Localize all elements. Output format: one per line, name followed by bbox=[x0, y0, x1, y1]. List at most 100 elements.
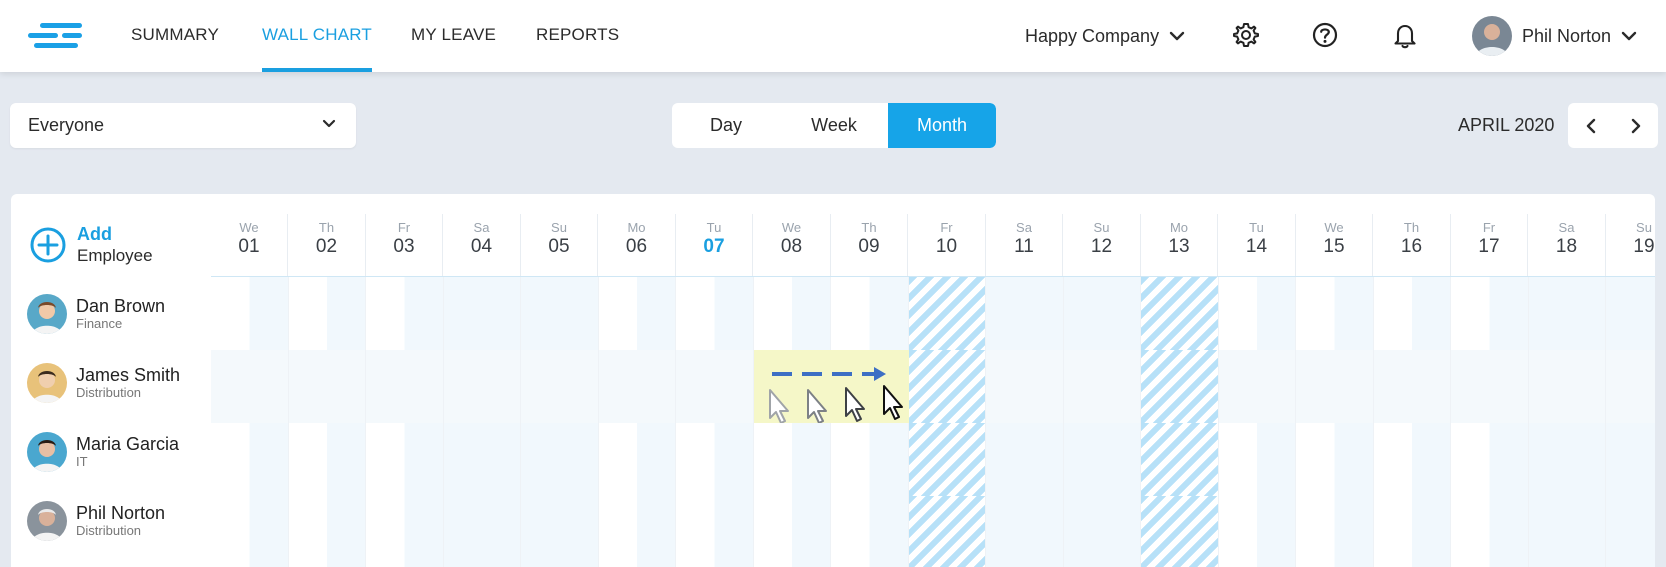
calendar-cell[interactable] bbox=[288, 350, 366, 423]
holiday-cell[interactable] bbox=[908, 496, 986, 567]
calendar-cell[interactable] bbox=[598, 423, 676, 496]
calendar-cell[interactable] bbox=[521, 496, 599, 567]
employee-row[interactable]: Maria Garcia IT bbox=[27, 432, 179, 472]
day-of-week: Sa bbox=[473, 220, 490, 235]
calendar-cell[interactable] bbox=[1451, 350, 1529, 423]
employee-row[interactable]: Phil Norton Distribution bbox=[27, 501, 165, 541]
calendar-cell[interactable] bbox=[1296, 277, 1374, 350]
calendar-cell[interactable] bbox=[443, 277, 521, 350]
calendar-cell[interactable] bbox=[288, 423, 366, 496]
calendar-cell[interactable] bbox=[986, 423, 1064, 496]
nav-my-leave[interactable]: MY LEAVE bbox=[411, 0, 496, 72]
holiday-cell[interactable] bbox=[1141, 496, 1219, 567]
settings-gear-icon[interactable] bbox=[1231, 20, 1261, 50]
calendar-cell[interactable] bbox=[1606, 350, 1655, 423]
calendar-cell[interactable] bbox=[1218, 350, 1296, 423]
calendar-cell[interactable] bbox=[831, 423, 909, 496]
holiday-cell[interactable] bbox=[1141, 350, 1219, 423]
view-day-button[interactable]: Day bbox=[672, 103, 780, 148]
calendar-cell[interactable] bbox=[598, 350, 676, 423]
holiday-cell[interactable] bbox=[1141, 423, 1219, 496]
calendar-cell[interactable] bbox=[831, 496, 909, 567]
holiday-cell[interactable] bbox=[908, 423, 986, 496]
employee-row[interactable]: James Smith Distribution bbox=[27, 363, 180, 403]
calendar-cell[interactable] bbox=[1373, 277, 1451, 350]
calendar-cell[interactable] bbox=[1218, 496, 1296, 567]
app-logo-icon[interactable] bbox=[28, 21, 86, 51]
calendar-cell[interactable] bbox=[521, 350, 599, 423]
day-header: Mo 06 bbox=[599, 214, 676, 276]
calendar-cell[interactable] bbox=[831, 277, 909, 350]
calendar-cell[interactable] bbox=[1451, 423, 1529, 496]
calendar-cell[interactable] bbox=[1296, 423, 1374, 496]
calendar-cell[interactable] bbox=[1451, 277, 1529, 350]
calendar-cell[interactable] bbox=[1063, 423, 1141, 496]
employee-row[interactable]: Dan Brown Finance bbox=[27, 294, 165, 334]
calendar-cell[interactable] bbox=[366, 423, 444, 496]
calendar-cell[interactable] bbox=[676, 423, 754, 496]
leave-drag-selection[interactable] bbox=[753, 350, 909, 423]
calendar-cell[interactable] bbox=[1218, 423, 1296, 496]
calendar-cell[interactable] bbox=[676, 277, 754, 350]
calendar-cell[interactable] bbox=[211, 350, 289, 423]
calendar-cell[interactable] bbox=[986, 277, 1064, 350]
notification-bell-icon[interactable] bbox=[1390, 20, 1420, 50]
calendar-cell[interactable] bbox=[598, 496, 676, 567]
holiday-cell[interactable] bbox=[908, 277, 986, 350]
nav-wall-chart[interactable]: WALL CHART bbox=[262, 0, 373, 72]
calendar-cell[interactable] bbox=[521, 277, 599, 350]
view-month-button[interactable]: Month bbox=[888, 103, 996, 148]
calendar-cell[interactable] bbox=[753, 496, 831, 567]
calendar-cell[interactable] bbox=[443, 496, 521, 567]
calendar-cell[interactable] bbox=[366, 496, 444, 567]
calendar-cell[interactable] bbox=[211, 277, 289, 350]
calendar-cell[interactable] bbox=[986, 350, 1064, 423]
company-selector[interactable]: Happy Company bbox=[1025, 0, 1185, 72]
previous-month-button[interactable] bbox=[1568, 103, 1613, 148]
day-header: Mo 13 bbox=[1141, 214, 1218, 276]
calendar-cell[interactable] bbox=[366, 277, 444, 350]
holiday-cell[interactable] bbox=[908, 350, 986, 423]
next-month-button[interactable] bbox=[1613, 103, 1658, 148]
calendar-cell[interactable] bbox=[1063, 496, 1141, 567]
calendar-cell[interactable] bbox=[598, 277, 676, 350]
calendar-cell[interactable] bbox=[1451, 496, 1529, 567]
calendar-cell[interactable] bbox=[676, 350, 754, 423]
calendar-cell[interactable] bbox=[211, 423, 289, 496]
calendar-cell[interactable] bbox=[1218, 277, 1296, 350]
calendar-cell[interactable] bbox=[676, 496, 754, 567]
calendar-cell[interactable] bbox=[1063, 350, 1141, 423]
calendar-cell[interactable] bbox=[366, 350, 444, 423]
calendar-cell[interactable] bbox=[1528, 496, 1606, 567]
calendar-cell[interactable] bbox=[1528, 350, 1606, 423]
calendar-cell[interactable] bbox=[1606, 277, 1655, 350]
calendar-cell[interactable] bbox=[753, 423, 831, 496]
calendar-cell[interactable] bbox=[986, 496, 1064, 567]
calendar-cell[interactable] bbox=[288, 496, 366, 567]
holiday-cell[interactable] bbox=[1141, 277, 1219, 350]
calendar-cell[interactable] bbox=[211, 496, 289, 567]
calendar-cell[interactable] bbox=[1606, 423, 1655, 496]
calendar-cell[interactable] bbox=[1373, 423, 1451, 496]
calendar-cell[interactable] bbox=[443, 423, 521, 496]
employee-avatar bbox=[27, 501, 67, 541]
calendar-cell[interactable] bbox=[1296, 350, 1374, 423]
view-week-button[interactable]: Week bbox=[780, 103, 888, 148]
calendar-cell[interactable] bbox=[521, 423, 599, 496]
user-menu[interactable]: Phil Norton bbox=[1472, 14, 1637, 58]
calendar-cell[interactable] bbox=[1296, 496, 1374, 567]
calendar-cell[interactable] bbox=[1528, 423, 1606, 496]
calendar-cell[interactable] bbox=[753, 277, 831, 350]
calendar-cell[interactable] bbox=[288, 277, 366, 350]
add-employee-button[interactable]: Add Employee bbox=[29, 224, 153, 266]
nav-reports[interactable]: REPORTS bbox=[536, 0, 619, 72]
nav-summary[interactable]: SUMMARY bbox=[131, 0, 219, 72]
help-icon[interactable] bbox=[1310, 20, 1340, 50]
calendar-cell[interactable] bbox=[1606, 496, 1655, 567]
employee-filter-select[interactable]: Everyone bbox=[10, 103, 356, 148]
calendar-cell[interactable] bbox=[443, 350, 521, 423]
calendar-cell[interactable] bbox=[1373, 496, 1451, 567]
calendar-cell[interactable] bbox=[1373, 350, 1451, 423]
calendar-cell[interactable] bbox=[1528, 277, 1606, 350]
calendar-cell[interactable] bbox=[1063, 277, 1141, 350]
